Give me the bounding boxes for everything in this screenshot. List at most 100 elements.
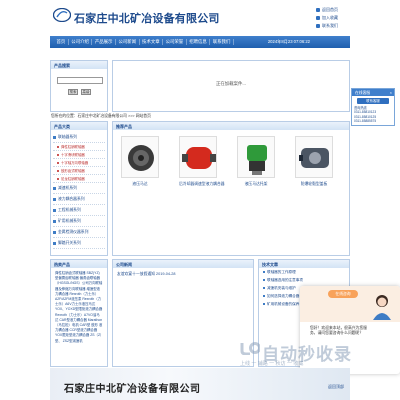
- product-caption[interactable]: 液压马达托架: [237, 182, 275, 187]
- tech-article-item[interactable]: 联轴器的工作原理: [259, 268, 349, 276]
- product-caption[interactable]: 液压马达: [121, 182, 159, 187]
- bullet-icon: [57, 145, 59, 148]
- category-item[interactable]: 联轴器系列: [53, 132, 105, 143]
- top-links: 返回首页 加入收藏 联系我们: [316, 6, 344, 30]
- bullet-icon: [53, 241, 56, 245]
- bullet-icon: [263, 279, 265, 281]
- product-image[interactable]: [121, 136, 159, 178]
- category-item[interactable]: 液力耦合器系列: [53, 194, 105, 205]
- tech-article-label: 矿用机械设备的保养: [267, 301, 300, 306]
- hotline-number: 0311-85885575: [354, 119, 377, 124]
- bullet-icon: [263, 271, 265, 273]
- site-title: 石家庄中北矿冶设备有限公司: [74, 13, 220, 25]
- nav-item-about[interactable]: 公司介绍: [69, 39, 93, 45]
- news-panel: 公司新闻 友谊欢宴十一放假通知 2019-04-28: [112, 259, 254, 367]
- category-label: 十字滑块联轴器: [61, 153, 85, 157]
- sub-category-item[interactable]: 鼓形齿式联轴器: [53, 167, 105, 175]
- bullet-icon: [57, 177, 59, 180]
- nav-item-tech[interactable]: 技术文章: [140, 39, 164, 45]
- product-image[interactable]: [237, 136, 275, 178]
- nav-item-honors[interactable]: 公司荣誉: [163, 39, 187, 45]
- category-label: 液力耦合器系列: [58, 196, 85, 201]
- news-item[interactable]: 友谊欢宴十一放假通知 2019-04-28: [117, 272, 175, 277]
- fluid-coupling-icon: [182, 147, 216, 169]
- category-label: 鼓形齿式联轴器: [61, 169, 85, 173]
- search-panel: 产品搜索 搜索 高级: [50, 60, 108, 112]
- loading-message: 正在加载案件...: [215, 81, 246, 86]
- main-nav: 首页 公司介绍 产品展示 公司新闻 技术文章 公司荣誉 招聘信息 联系我们 20…: [50, 36, 350, 48]
- sub-category-item[interactable]: 十字轴万向联轴器: [53, 159, 105, 167]
- category-panel-title: 产品大类: [51, 122, 107, 130]
- sub-category-item[interactable]: 弹性柱销联轴器: [53, 143, 105, 151]
- nav-item-news[interactable]: 公司新闻: [116, 39, 140, 45]
- back-to-top-link[interactable]: 返回顶部: [328, 384, 344, 390]
- online-consult-button[interactable]: 在线咨询: [328, 290, 358, 298]
- category-label: 弹性柱销联轴器: [61, 145, 85, 149]
- hot-products-list[interactable]: 弹性柱销齿式联轴器 SBZ(YZ)型偏置齿联轴器 偏角齿联轴器（HGSGL/NG…: [51, 268, 107, 347]
- bullet-icon: [57, 169, 59, 172]
- category-item[interactable]: 矿用机械系列: [53, 216, 105, 227]
- bullet-icon: [57, 153, 59, 156]
- contact-link-label: 联系我们: [322, 23, 338, 28]
- product-item[interactable]: 液压马达: [121, 136, 159, 187]
- category-label: 减速机系列: [58, 185, 77, 190]
- products-panel: 推荐产品 液压马达 后冷却器调速型液力耦合器 液压马达托架 防爆轮毂型盖板: [112, 121, 350, 256]
- customer-service-title-text: 在线客服: [355, 90, 371, 95]
- coupling-icon: [128, 145, 154, 171]
- category-label: 十字轴万向联轴器: [61, 161, 89, 165]
- product-item[interactable]: 后冷却器调速型液力耦合器: [179, 136, 225, 187]
- category-label: 尼龙柱销联轴器: [61, 177, 85, 181]
- bullet-icon: [57, 161, 59, 164]
- category-label: 金属检测仪器系列: [58, 229, 89, 234]
- search-panel-title: 产品搜索: [51, 61, 107, 69]
- sub-category-item[interactable]: 十字滑块联轴器: [53, 151, 105, 159]
- products-panel-title: 推荐产品: [113, 122, 349, 130]
- advanced-search-button[interactable]: 高级: [81, 89, 91, 95]
- category-item[interactable]: 减速机系列: [53, 183, 105, 194]
- contact-service-button[interactable]: 联系客服: [357, 98, 389, 104]
- hot-products-title: 热卖产品: [51, 260, 107, 268]
- nav-item-jobs[interactable]: 招聘信息: [187, 39, 211, 45]
- contact-icon: [316, 24, 320, 28]
- bullet-icon: [53, 186, 56, 190]
- product-caption[interactable]: 后冷却器调速型液力耦合器: [179, 182, 225, 187]
- product-item[interactable]: 防爆轮毂型盖板: [295, 136, 333, 187]
- chat-message: 您好！欢迎来本站，很高兴为您服务，请问您要咨询什么问题呢？: [310, 326, 367, 336]
- favorite-link[interactable]: 加入收藏: [316, 14, 344, 22]
- tech-article-label: 联轴器选用的注意事项: [267, 277, 303, 282]
- favorite-link-label: 加入收藏: [322, 15, 338, 20]
- nav-item-contact[interactable]: 联系我们: [210, 39, 234, 45]
- product-item[interactable]: 液压马达托架: [237, 136, 275, 187]
- close-icon[interactable]: ×: [390, 90, 392, 95]
- category-label: 脚踏开关系列: [58, 240, 81, 245]
- category-item[interactable]: 脚踏开关系列: [53, 238, 105, 249]
- home-icon: [316, 8, 320, 12]
- product-caption[interactable]: 防爆轮毂型盖板: [295, 182, 333, 187]
- watermark-logo-icon: [240, 342, 260, 355]
- contact-link[interactable]: 联系我们: [316, 22, 344, 30]
- category-label: 联轴器系列: [58, 134, 77, 139]
- tech-article-label: 如何选择液力耦合器: [267, 293, 300, 298]
- home-link[interactable]: 返回首页: [316, 6, 344, 14]
- content-panel: 正在加载案件...: [112, 60, 350, 112]
- search-button[interactable]: 搜索: [68, 89, 78, 95]
- nav-item-home[interactable]: 首页: [54, 39, 69, 45]
- category-list: 联轴器系列弹性柱销联轴器 十字滑块联轴器 十字轴万向联轴器 鼓形齿式联轴器 尼龙柱销联轴…: [51, 130, 107, 251]
- nav-item-products[interactable]: 产品展示: [92, 39, 116, 45]
- tech-article-item[interactable]: 联轴器选用的注意事项: [259, 276, 349, 284]
- news-item-label[interactable]: 友谊欢宴十一放假通知: [117, 272, 155, 276]
- home-link-label: 返回首页: [322, 7, 338, 12]
- favorite-icon: [316, 16, 320, 20]
- category-item[interactable]: 金属检测仪器系列: [53, 227, 105, 238]
- bullet-icon: [53, 135, 56, 139]
- sub-category-item[interactable]: 尼龙柱销联轴器: [53, 175, 105, 183]
- bullet-icon: [53, 219, 56, 223]
- company-logo-icon: [53, 8, 71, 22]
- customer-service-widget: 在线客服 × 联系客服 咨询热线 0311-85810123 0311-8581…: [351, 88, 395, 126]
- product-image[interactable]: [295, 136, 333, 178]
- category-item[interactable]: 工程机械系列: [53, 205, 105, 216]
- product-image[interactable]: [179, 136, 217, 178]
- site-header: 石家庄中北矿冶设备有限公司 返回首页 加入收藏 联系我们: [50, 0, 350, 36]
- bullet-icon: [263, 295, 265, 297]
- search-input[interactable]: [57, 77, 103, 84]
